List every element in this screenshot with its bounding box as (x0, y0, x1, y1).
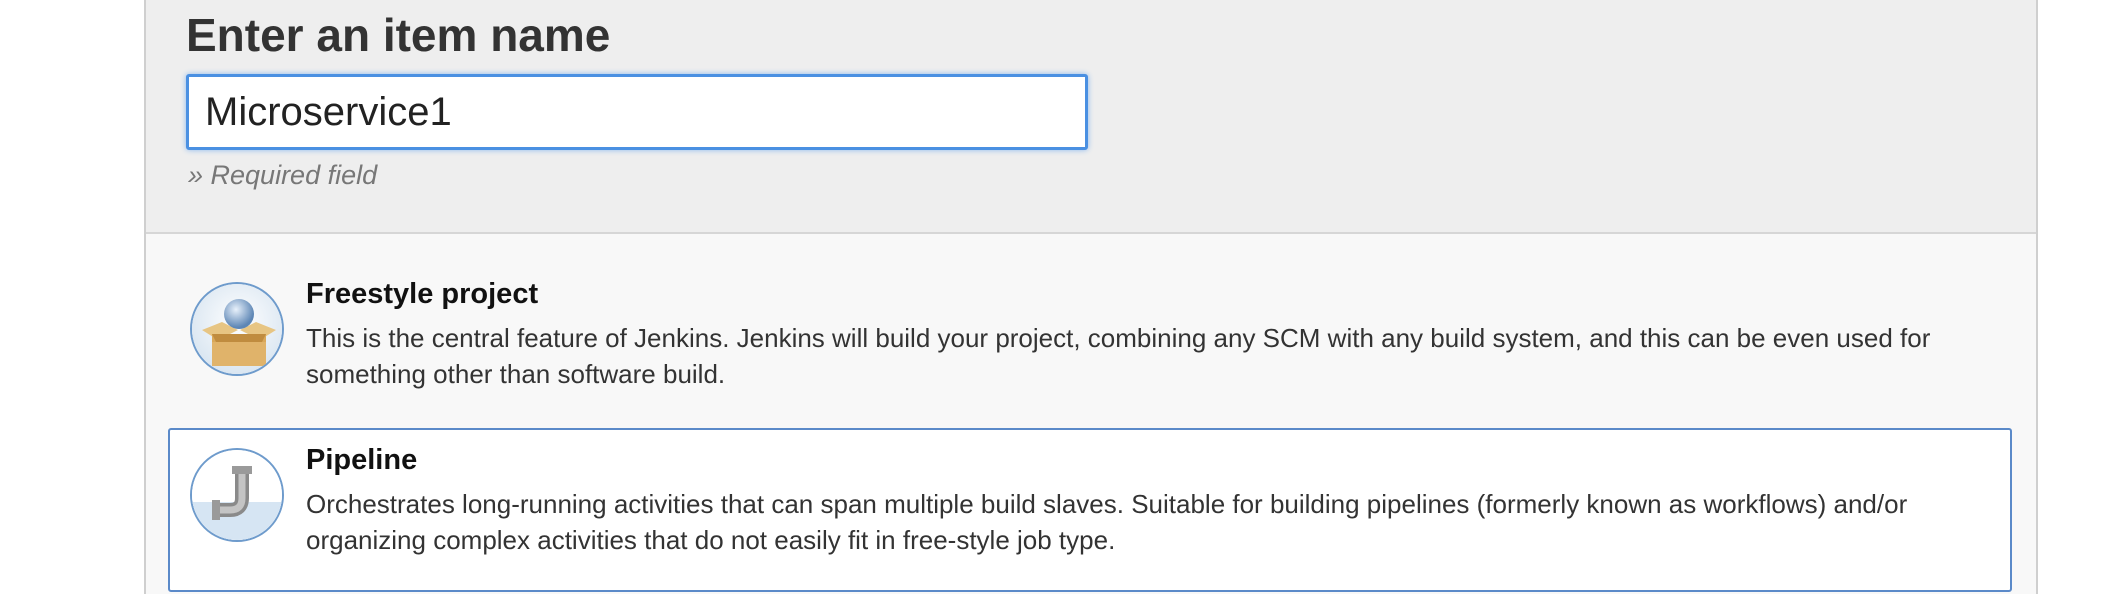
freestyle-box-icon (190, 282, 284, 376)
item-type-pipeline[interactable]: Pipeline Orchestrates long-running activ… (168, 428, 2012, 592)
item-type-freestyle[interactable]: Freestyle project This is the central fe… (168, 262, 2012, 412)
item-type-title: Freestyle project (306, 278, 539, 310)
item-name-input[interactable] (186, 74, 1088, 150)
item-type-description: This is the central feature of Jenkins. … (306, 323, 1931, 389)
item-type-title: Pipeline (306, 444, 418, 476)
page-title: Enter an item name (186, 9, 611, 61)
item-name-section: Enter an item name » Required field (146, 0, 2036, 234)
new-item-panel: Enter an item name » Required field (144, 0, 2038, 594)
pipeline-pipe-icon (190, 448, 284, 542)
item-type-description: Orchestrates long-running activities tha… (306, 489, 1908, 555)
required-field-hint: » Required field (188, 160, 378, 190)
